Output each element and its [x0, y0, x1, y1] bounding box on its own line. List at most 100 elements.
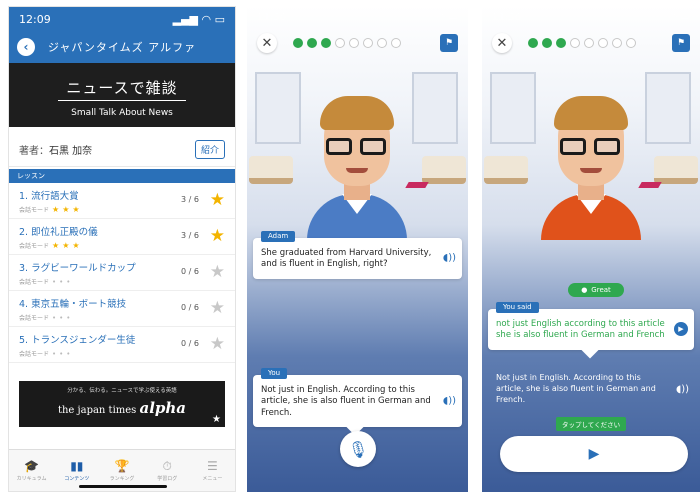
- mini-star-icon: ★: [52, 241, 60, 250]
- mini-star-icon: ★: [52, 205, 60, 214]
- lesson-mode: 会話モード • • •: [19, 313, 225, 323]
- nav-bar: ‹ ジャパンタイムズ アルファ: [9, 31, 235, 63]
- progress-dot: [293, 38, 303, 48]
- lesson-mode-label: 会話モード: [19, 315, 50, 322]
- progress-dot: [363, 38, 373, 48]
- report-button[interactable]: ⚑: [672, 34, 690, 52]
- window-decor: [255, 72, 301, 144]
- mini-dot-icon: •: [59, 277, 64, 286]
- chair-decor: [484, 156, 528, 184]
- mortarboard-icon: 🎓: [24, 459, 40, 473]
- progress-dot: [528, 38, 538, 48]
- app-comparison-stage: 12:09 ▂▄▆ ◠ ▭ ‹ ジャパンタイムズ アルファ ニュースで雑談 Sm…: [0, 0, 700, 492]
- lesson-star-icon: ★: [209, 226, 225, 246]
- close-button[interactable]: ✕: [257, 33, 277, 53]
- mini-star-icon: ★: [62, 241, 70, 250]
- lesson-row[interactable]: 3. ラグビーワールドカップ 会話モード • • • 0 / 6 ★: [9, 255, 235, 291]
- lesson-row[interactable]: 1. 流行語大賞 会話モード ★ ★ ★ 3 / 6 ★: [9, 183, 235, 219]
- speaker-icon[interactable]: ◖)): [443, 252, 456, 266]
- user-tag: You: [261, 368, 288, 380]
- lesson-star-icon: ★: [209, 190, 225, 210]
- ad-brand: the japan times alpha: [19, 399, 225, 417]
- trophy-icon: 🏆: [114, 459, 130, 473]
- mini-dot-icon: •: [52, 277, 57, 286]
- progress-dot: [542, 38, 552, 48]
- status-icons: ◠ ▭: [668, 11, 690, 23]
- nav-title: ジャパンタイムズ アルファ: [47, 41, 197, 54]
- lesson-score: 3 / 6: [181, 231, 199, 240]
- chair-decor: [654, 156, 698, 184]
- progress-dot: [349, 38, 359, 48]
- tab-label: ランキング: [109, 475, 135, 482]
- lesson-star-icon: ★: [209, 298, 225, 318]
- progress-dot: [307, 38, 317, 48]
- tab-4[interactable]: ☰ メニュー: [190, 450, 235, 491]
- lesson-mode-label: 会話モード: [19, 279, 50, 286]
- avatar-glasses: [560, 138, 622, 156]
- chair-decor: [249, 156, 293, 184]
- japan-times-alpha-banner[interactable]: 分かる、伝わる。ニュースで学ぶ使える英語 the japan times alp…: [19, 381, 225, 427]
- user-line: Not just in English. According to this a…: [261, 385, 431, 418]
- course-title: ニュースで雑談: [58, 77, 186, 101]
- rating-badge: ● Great: [568, 283, 624, 297]
- author-name: 石黒 加奈: [49, 146, 93, 157]
- conversation-top-bar: ✕ ⚑: [482, 28, 700, 58]
- lesson-row[interactable]: 5. トランスジェンダー生徒 会話モード • • • 0 / 6 ★: [9, 327, 235, 363]
- you-said-tag: You said: [496, 302, 539, 314]
- intro-button[interactable]: 紹介: [194, 140, 225, 159]
- ad-tagline: 分かる、伝わる。ニュースで学ぶ使える英語: [67, 388, 177, 394]
- tutor-avatar: [302, 96, 412, 240]
- author-label: 著者：: [19, 146, 49, 157]
- mini-dot-icon: •: [59, 313, 64, 322]
- model-answer: Not just in English. According to this a…: [496, 373, 656, 404]
- avatar-mouth: [346, 168, 368, 173]
- lesson-star-icon: ★: [209, 334, 225, 354]
- lesson-list: 1. 流行語大賞 会話モード ★ ★ ★ 3 / 6 ★ 2. 即位礼正殿の儀 会話モード ★ ★ ★…: [9, 183, 235, 363]
- tab-label: コンテンツ: [64, 475, 90, 482]
- status-time: 12:09: [19, 12, 51, 26]
- stopwatch-icon: ⏱: [162, 458, 172, 473]
- recognized-speech: not just English according to this artic…: [496, 319, 665, 341]
- progress-dot: [321, 38, 331, 48]
- report-button[interactable]: ⚑: [440, 34, 458, 52]
- mini-dot-icon: •: [52, 313, 57, 322]
- lesson-mode: 会話モード • • •: [19, 349, 225, 359]
- lesson-star-icon: ★: [209, 262, 225, 282]
- lesson-score: 0 / 6: [181, 267, 199, 276]
- author-info: 著者：石黒 加奈: [19, 142, 92, 157]
- speaker-icon[interactable]: ◖)): [676, 384, 689, 395]
- status-bar: 11:56 ◠ ▭: [482, 6, 700, 28]
- progress-dot: [391, 38, 401, 48]
- lesson-mode: 会話モード • • •: [19, 277, 225, 287]
- check-icon: ●: [581, 286, 588, 294]
- progress-dot: [598, 38, 608, 48]
- status-icons: ◠ ▭: [436, 11, 458, 23]
- status-time: 11:56: [257, 11, 286, 23]
- avatar-hair: [554, 96, 628, 130]
- microphone-button[interactable]: 🎙: [340, 431, 376, 467]
- window-decor: [645, 72, 691, 144]
- lesson-row[interactable]: 4. 東京五輪・ボート競技 会話モード • • • 0 / 6 ★: [9, 291, 235, 327]
- status-bar: 11:56 ◠ ▭: [247, 6, 468, 28]
- ad-star-icon: ★: [212, 414, 221, 425]
- speaker-icon[interactable]: ◖)): [443, 394, 456, 408]
- tab-0[interactable]: 🎓 カリキュラム: [9, 450, 54, 491]
- close-button[interactable]: ✕: [492, 33, 512, 53]
- progress-dot: [377, 38, 387, 48]
- progress-dot: [556, 38, 566, 48]
- lesson-mode: 会話モード ★ ★ ★: [19, 241, 225, 250]
- status-time: 11:56: [492, 11, 521, 23]
- mini-dot-icon: •: [52, 349, 57, 358]
- conversation-top-bar: ✕ ⚑: [247, 28, 468, 58]
- play-recording-icon[interactable]: ▶: [674, 322, 688, 337]
- next-play-button[interactable]: ▶: [500, 436, 688, 472]
- lesson-score: 3 / 6: [181, 195, 199, 204]
- feedback-screen: 11:56 ◠ ▭ ✕ ⚑ ● Great You said not just …: [482, 6, 700, 492]
- back-button[interactable]: ‹: [17, 38, 35, 56]
- ad-brand-prefix: the japan times: [57, 405, 137, 416]
- lesson-mode-label: 会話モード: [19, 207, 50, 214]
- avatar-mouth: [580, 168, 602, 173]
- lesson-row[interactable]: 2. 即位礼正殿の儀 会話モード ★ ★ ★ 3 / 6 ★: [9, 219, 235, 255]
- lesson-score: 0 / 6: [181, 339, 199, 348]
- course-banner: ニュースで雑談 Small Talk About News: [9, 63, 235, 127]
